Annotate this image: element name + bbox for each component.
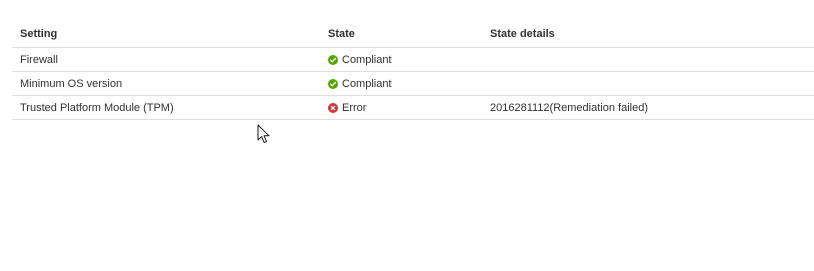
state-cell: Compliant bbox=[328, 48, 392, 71]
table-row[interactable]: Firewall Compliant bbox=[12, 48, 814, 72]
check-circle-icon bbox=[328, 78, 338, 89]
column-header-state[interactable]: State bbox=[328, 20, 355, 47]
settings-table: Setting State State details Firewall Com… bbox=[12, 20, 814, 120]
setting-name: Trusted Platform Module (TPM) bbox=[20, 101, 174, 114]
error-circle-icon bbox=[328, 102, 338, 113]
state-details: 2016281112(Remediation failed) bbox=[490, 101, 648, 114]
compliance-settings-view: Setting State State details Firewall Com… bbox=[0, 0, 814, 271]
setting-name: Firewall bbox=[20, 53, 58, 66]
state-cell: Compliant bbox=[328, 72, 392, 95]
state-label: Error bbox=[342, 101, 367, 114]
column-header-state-details[interactable]: State details bbox=[490, 20, 555, 47]
state-label: Compliant bbox=[342, 77, 392, 90]
table-row[interactable]: Minimum OS version Compliant bbox=[12, 72, 814, 96]
table-header-row: Setting State State details bbox=[12, 20, 814, 48]
mouse-pointer-icon bbox=[257, 124, 270, 144]
column-header-setting[interactable]: Setting bbox=[20, 20, 57, 47]
check-circle-icon bbox=[328, 54, 338, 65]
setting-name: Minimum OS version bbox=[20, 77, 123, 90]
state-cell: Error bbox=[328, 96, 366, 119]
state-label: Compliant bbox=[342, 53, 392, 66]
table-row[interactable]: Trusted Platform Module (TPM) Error 2016… bbox=[12, 96, 814, 120]
